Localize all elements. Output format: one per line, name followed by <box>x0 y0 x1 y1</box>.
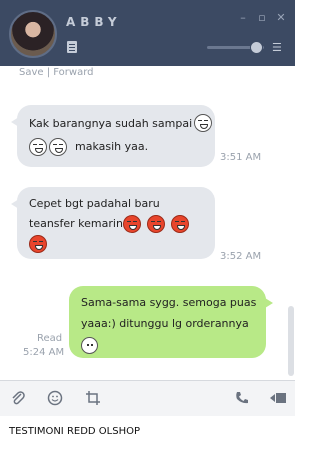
message-text: teansfer kemarin <box>29 217 123 230</box>
message-time: 5:24 AM <box>23 347 65 358</box>
emoticon-icon <box>146 215 165 233</box>
emoticon-icon <box>29 235 47 253</box>
contact-avatar[interactable] <box>9 10 57 58</box>
chat-area: Save | Forward Kak barangnya sudah sampa… <box>0 66 295 380</box>
input-toolbar <box>0 380 295 416</box>
emoticon-icon <box>194 114 212 132</box>
save-forward-links[interactable]: Save | Forward <box>19 67 94 78</box>
video-call-icon[interactable] <box>269 390 287 409</box>
message-text: Sama-sama sygg. semoga puas <box>81 296 257 309</box>
crop-icon[interactable] <box>85 390 101 409</box>
menu-icon[interactable]: ☰ <box>272 41 282 54</box>
close-icon[interactable]: ✕ <box>275 12 287 24</box>
attach-icon[interactable] <box>10 390 26 409</box>
message-text: makasih yaa. <box>75 140 149 153</box>
message-text: Kak barangnya sudah sampai <box>29 117 193 130</box>
caption-text: TESTIMONI REDD OLSHOP <box>9 426 140 437</box>
emoticon-icon <box>170 215 189 233</box>
emoticon-icon <box>29 138 47 156</box>
message-text: yaaa:) ditunggu lg orderannya <box>81 317 249 330</box>
emoticon-icon <box>49 138 67 156</box>
contact-name: ABBY <box>66 15 122 29</box>
message-time: 3:52 AM <box>220 251 262 262</box>
message-bubble-incoming[interactable]: Kak barangnya sudah sampai makasih yaa. <box>11 105 215 167</box>
call-icon[interactable] <box>234 390 250 409</box>
message-text: Cepet bgt padahal baru <box>29 197 160 210</box>
volume-slider-knob[interactable] <box>250 41 263 54</box>
minimize-icon[interactable]: – <box>237 12 249 24</box>
chat-scrollbar[interactable] <box>288 306 294 376</box>
bunny-sticker-icon <box>81 336 98 354</box>
message-bubble-incoming[interactable]: Cepet bgt padahal baru teansfer kemarin <box>11 187 215 259</box>
message-bubble-outgoing[interactable]: Sama-sama sygg. semoga puas yaaa:) ditun… <box>69 286 273 358</box>
emoticon-icon <box>122 215 141 233</box>
restore-icon[interactable]: ▫ <box>256 12 268 24</box>
read-status: Read <box>37 333 63 344</box>
memo-icon[interactable] <box>67 41 77 53</box>
chat-header: ABBY – ▫ ✕ ☰ <box>0 0 295 66</box>
emoji-icon[interactable] <box>47 390 63 409</box>
message-time: 3:51 AM <box>220 152 262 163</box>
